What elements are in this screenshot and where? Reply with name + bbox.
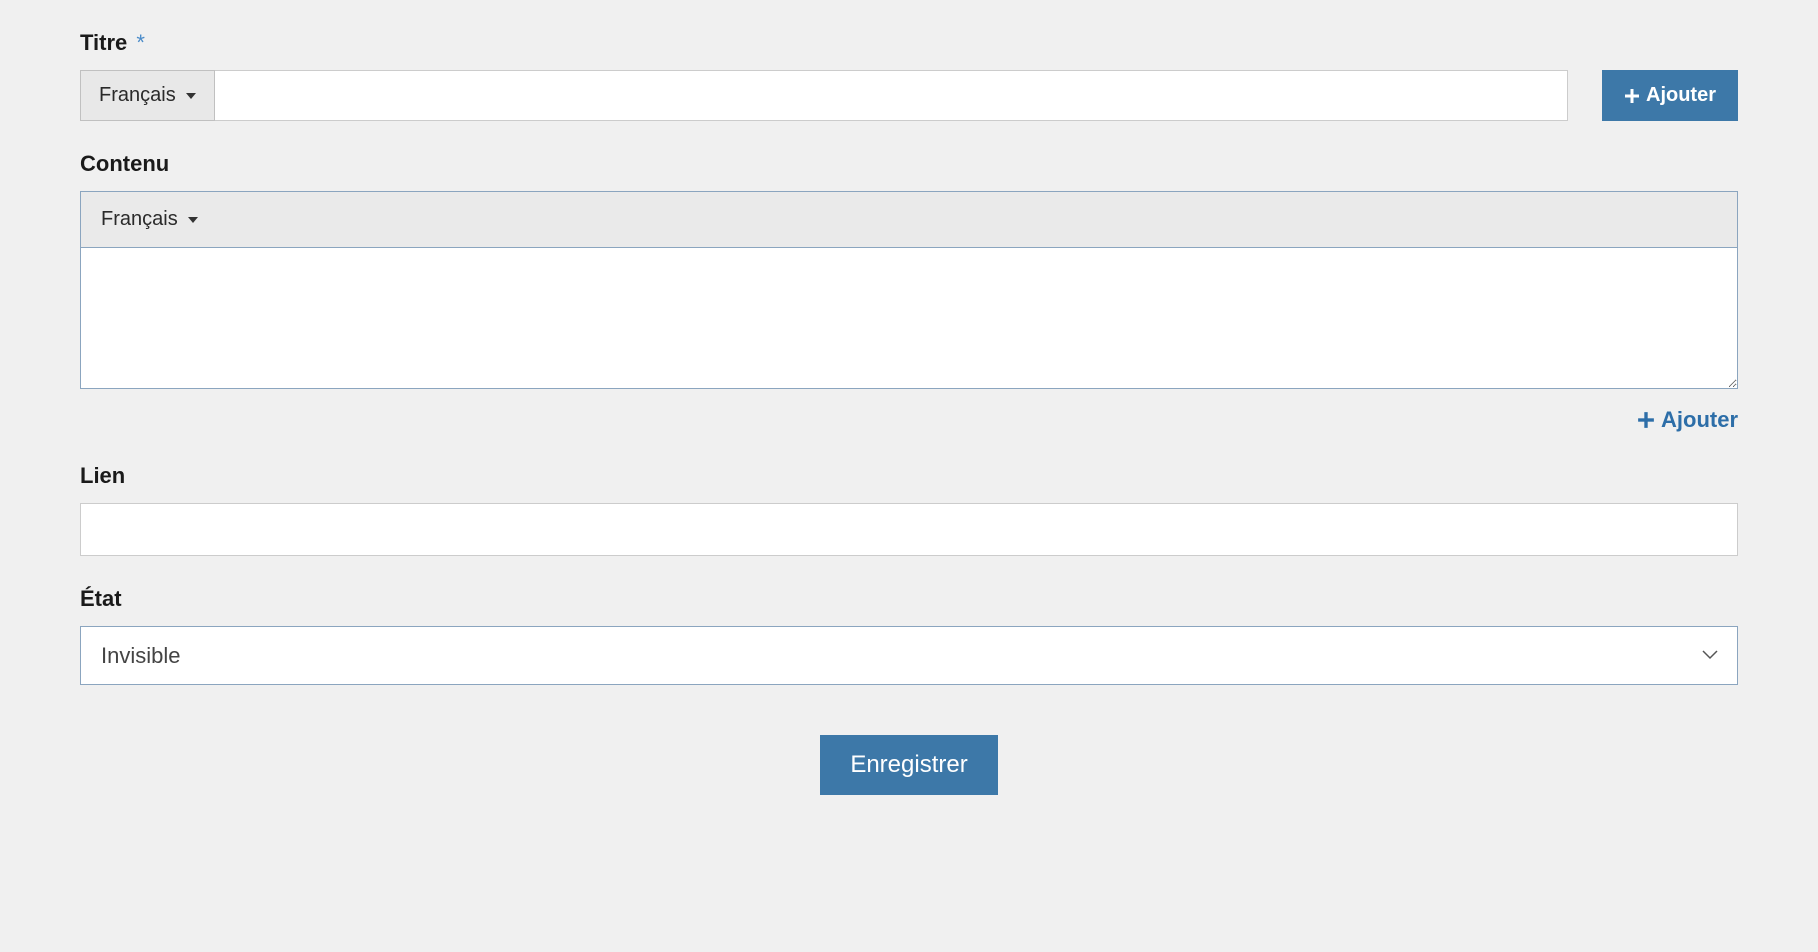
contenu-add-row: Ajouter: [80, 407, 1738, 433]
caret-down-icon: [186, 93, 196, 99]
spacer: [1568, 70, 1602, 121]
etat-select[interactable]: Invisible: [80, 626, 1738, 685]
plus-icon: [1624, 88, 1640, 104]
titre-group: Titre * Français Ajouter: [80, 30, 1738, 121]
contenu-add-link-label: Ajouter: [1661, 407, 1738, 433]
contenu-language-selector[interactable]: Français: [101, 208, 198, 231]
titre-row: Français Ajouter: [80, 70, 1738, 121]
contenu-container: Français: [80, 191, 1738, 389]
contenu-label: Contenu: [80, 151, 1738, 177]
titre-language-text: Français: [99, 84, 176, 107]
plus-icon: [1637, 411, 1655, 429]
caret-down-icon: [188, 217, 198, 223]
required-indicator: *: [136, 30, 145, 55]
contenu-add-link[interactable]: Ajouter: [1637, 407, 1738, 433]
contenu-header: Français: [81, 192, 1737, 248]
contenu-group: Contenu Français Ajouter: [80, 151, 1738, 433]
lien-group: Lien: [80, 463, 1738, 556]
lien-input[interactable]: [80, 503, 1738, 556]
titre-input[interactable]: [215, 70, 1568, 121]
etat-group: État Invisible: [80, 586, 1738, 685]
submit-button[interactable]: Enregistrer: [820, 735, 997, 795]
etat-label: État: [80, 586, 1738, 612]
titre-language-selector[interactable]: Français: [80, 70, 215, 121]
titre-label: Titre *: [80, 30, 1738, 56]
titre-add-button[interactable]: Ajouter: [1602, 70, 1738, 121]
etat-select-wrapper: Invisible: [80, 626, 1738, 685]
titre-add-button-label: Ajouter: [1646, 84, 1716, 107]
lien-label: Lien: [80, 463, 1738, 489]
submit-row: Enregistrer: [80, 735, 1738, 795]
titre-label-text: Titre: [80, 30, 127, 55]
contenu-textarea[interactable]: [81, 248, 1737, 388]
contenu-language-text: Français: [101, 208, 178, 231]
